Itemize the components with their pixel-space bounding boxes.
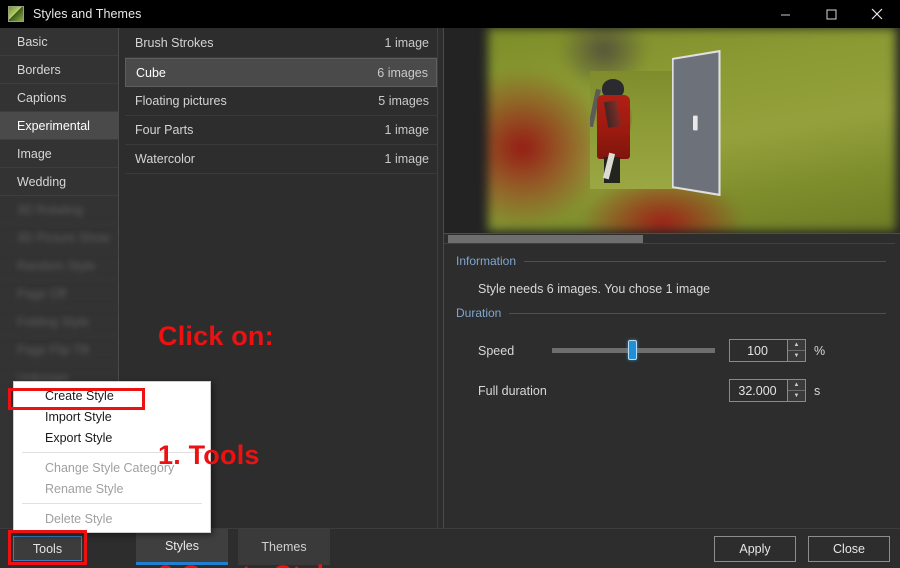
apply-button[interactable]: Apply <box>714 536 796 562</box>
sidebar-item-obscured-1[interactable]: 3D Rotating <box>0 196 118 224</box>
close-button[interactable]: Close <box>808 536 890 562</box>
annotation-line-1: Click on: <box>158 321 274 352</box>
spinner-up-icon[interactable]: ▲ <box>788 380 805 391</box>
preview-horizontal-scrollbar[interactable] <box>444 233 900 243</box>
style-name: Watercolor <box>135 152 195 166</box>
sidebar-item-label: Wedding <box>17 174 67 189</box>
window-title: Styles and Themes <box>33 7 142 21</box>
style-image-count: 1 image <box>384 123 429 137</box>
information-group-header: Information <box>456 254 886 268</box>
group-divider-line <box>509 312 886 314</box>
spinner-down-icon[interactable]: ▼ <box>788 351 805 361</box>
sidebar-item-obscured-4[interactable]: Page Off <box>0 280 118 308</box>
full-duration-row: Full duration 32.000 ▲ ▼ s <box>478 379 886 402</box>
style-list-item[interactable]: Four Parts 1 image <box>125 116 437 145</box>
speed-label: Speed <box>478 343 515 358</box>
style-image-count: 1 image <box>384 36 429 50</box>
style-list-item[interactable]: Brush Strokes 1 image <box>125 29 437 58</box>
annotation-line-3: 2.Create Style <box>158 556 339 568</box>
sidebar-item-image[interactable]: Image <box>0 140 118 168</box>
sidebar-item-label: 3D Picture Show <box>17 230 111 245</box>
sidebar-item-captions[interactable]: Captions <box>0 84 118 112</box>
sidebar-item-obscured-5[interactable]: Folding Style <box>0 308 118 336</box>
duration-group-label: Duration <box>456 306 502 320</box>
sidebar-item-obscured-2[interactable]: 3D Picture Show <box>0 224 118 252</box>
style-name: Cube <box>136 65 166 80</box>
menu-item-label: Export Style <box>45 430 113 445</box>
menu-item-label: Change Style Category <box>45 460 175 475</box>
sidebar-item-label: Borders <box>17 62 61 77</box>
sidebar-item-label: Folding Style <box>17 314 90 329</box>
speed-spinner[interactable]: 100 ▲ ▼ <box>729 339 806 362</box>
speed-value[interactable]: 100 <box>730 340 787 361</box>
sidebar-item-wedding[interactable]: Wedding <box>0 168 118 196</box>
styles-and-themes-window: Styles and Themes Basic Borders Captions… <box>0 0 900 568</box>
preview-cube-side-face <box>672 49 721 197</box>
sidebar-item-experimental[interactable]: Experimental <box>0 112 118 140</box>
speed-unit: % <box>814 343 826 358</box>
information-message: Style needs 6 images. You chose 1 image <box>478 282 711 296</box>
sidebar-item-label: 3D Rotating <box>17 202 84 217</box>
preview-scrollbar-thumb[interactable] <box>448 235 643 243</box>
apply-button-label: Apply <box>739 542 771 556</box>
close-icon[interactable] <box>854 0 900 28</box>
style-name: Floating pictures <box>135 94 227 108</box>
app-icon <box>8 6 24 22</box>
maximize-icon[interactable] <box>808 0 854 28</box>
minimize-icon[interactable] <box>762 0 808 28</box>
title-bar: Styles and Themes <box>0 0 900 28</box>
menu-item-label: Import Style <box>45 409 112 424</box>
full-duration-spinner-buttons: ▲ ▼ <box>787 380 805 401</box>
style-list-item-selected[interactable]: Cube 6 images <box>125 58 437 87</box>
bottom-bar: Tools Styles Themes Apply Close <box>0 528 900 568</box>
style-name: Four Parts <box>135 123 194 137</box>
annotation-line-2: 1. Tools <box>158 440 260 471</box>
sidebar-item-label: Captions <box>17 90 67 105</box>
speed-row: Speed 100 ▲ ▼ % <box>478 339 886 362</box>
spinner-up-icon[interactable]: ▲ <box>788 340 805 351</box>
sidebar-item-label: Image <box>17 146 52 161</box>
speed-slider-thumb[interactable] <box>628 340 637 360</box>
full-duration-unit: s <box>814 383 821 398</box>
speed-spinner-buttons: ▲ ▼ <box>787 340 805 361</box>
style-image-count: 1 image <box>384 152 429 166</box>
style-image-count: 6 images <box>377 65 428 80</box>
create-style-highlight-box <box>8 388 145 410</box>
sidebar-item-obscured-3[interactable]: Random Style <box>0 252 118 280</box>
sidebar-item-basic[interactable]: Basic <box>0 28 118 56</box>
annotation-instructions: Click on: 1. Tools 2.Create Style <box>158 238 339 568</box>
style-list-item[interactable]: Watercolor 1 image <box>125 145 437 174</box>
full-duration-label: Full duration <box>478 383 547 398</box>
full-duration-spinner[interactable]: 32.000 ▲ ▼ <box>729 379 806 402</box>
full-duration-value[interactable]: 32.000 <box>730 380 787 401</box>
style-list-scrollbar[interactable] <box>437 28 443 528</box>
settings-panel-scrollbar[interactable] <box>895 243 900 528</box>
information-group-label: Information <box>456 254 517 268</box>
sidebar-item-label: Page Flip Tilt <box>17 342 90 357</box>
sidebar-item-label: Random Style <box>17 258 96 273</box>
information-group: Information Style needs 6 images. You ch… <box>456 254 886 296</box>
tools-highlight-box <box>8 530 87 565</box>
close-button-label: Close <box>833 542 865 556</box>
sidebar-item-borders[interactable]: Borders <box>0 56 118 84</box>
preview-cube-front-face <box>590 71 680 189</box>
settings-panel: Information Style needs 6 images. You ch… <box>444 243 900 528</box>
style-list-item[interactable]: Floating pictures 5 images <box>125 87 437 116</box>
speed-slider[interactable] <box>552 340 715 360</box>
menu-item-label: Rename Style <box>45 481 124 496</box>
menu-item-label: Delete Style <box>45 511 113 526</box>
sidebar-item-label: Page Off <box>17 286 67 301</box>
duration-group-header: Duration <box>456 306 886 320</box>
style-preview <box>444 28 900 233</box>
sidebar-item-obscured-6[interactable]: Page Flip Tilt <box>0 336 118 364</box>
spinner-down-icon[interactable]: ▼ <box>788 391 805 401</box>
style-image-count: 5 images <box>378 94 429 108</box>
window-controls <box>762 0 900 28</box>
group-divider-line <box>524 260 886 262</box>
sidebar-item-label: Basic <box>17 34 48 49</box>
sidebar-item-label: Experimental <box>17 118 90 133</box>
style-name: Brush Strokes <box>135 36 214 50</box>
duration-group: Duration Speed 100 ▲ ▼ % Full duration 3… <box>456 306 886 402</box>
